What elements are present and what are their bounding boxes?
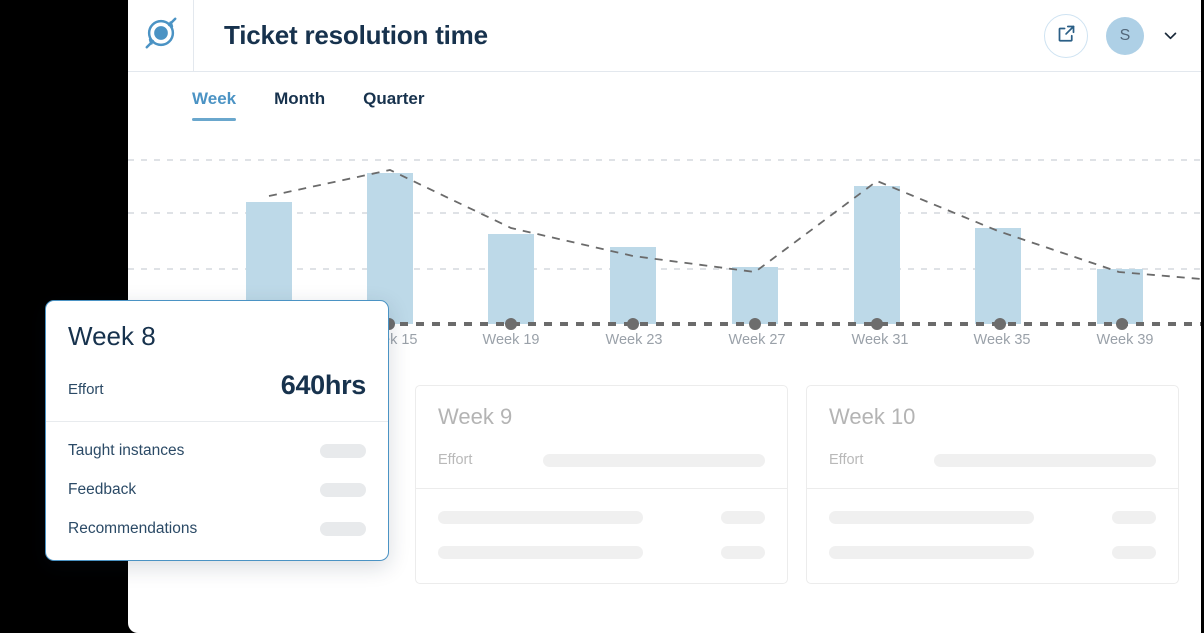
placeholder-row	[438, 511, 765, 524]
screenshot-root: Ticket resolution time S Week Month Quar…	[0, 0, 1204, 633]
app-header: Ticket resolution time S	[128, 0, 1201, 72]
x-axis-label: Week 19	[482, 332, 540, 348]
card-title: Week 10	[829, 404, 916, 429]
tooltip-item-label: Recommendations	[68, 520, 198, 537]
placeholder-bar	[438, 511, 643, 524]
tooltip-item[interactable]: Recommendations	[68, 520, 366, 538]
placeholder-bar	[721, 511, 765, 524]
logo-cell	[128, 0, 194, 71]
view-tabs: Week Month Quarter	[128, 71, 1201, 129]
week-card[interactable]: Week 10 Effort	[806, 385, 1179, 584]
tooltip-item[interactable]: Taught instances	[68, 442, 366, 460]
card-header: Week 10 Effort	[807, 386, 1178, 489]
x-axis-label: Week 31	[851, 332, 909, 348]
placeholder-bar	[721, 546, 765, 559]
chart-tooltip-popover[interactable]: Week 8 Effort 640hrs Taught instances Fe…	[45, 300, 389, 561]
placeholder-bar	[438, 546, 643, 559]
tooltip-metric-label: Effort	[68, 381, 104, 398]
placeholder-bar	[1112, 511, 1156, 524]
avatar[interactable]: S	[1106, 16, 1144, 55]
x-axis-label: Week 39	[1096, 332, 1154, 348]
data-point-dot[interactable]	[627, 318, 639, 330]
placeholder-row	[829, 546, 1156, 559]
card-header: Week 9 Effort	[416, 386, 787, 489]
card-body	[807, 489, 1178, 583]
tab-week[interactable]: Week	[192, 71, 237, 121]
placeholder-bar	[320, 483, 366, 497]
card-title: Week 9	[438, 404, 513, 429]
placeholder-row	[438, 546, 765, 559]
tooltip-header: Week 8 Effort 640hrs	[46, 301, 388, 422]
header-actions: S	[1044, 0, 1179, 71]
tooltip-metric-row: Effort 640hrs	[68, 370, 366, 401]
data-point-dot[interactable]	[1116, 318, 1128, 330]
x-axis-label: Week 35	[973, 332, 1031, 348]
tooltip-title: Week 8	[68, 321, 156, 351]
card-metric-row: Effort	[438, 452, 765, 468]
tooltip-metric-value: 640hrs	[280, 370, 367, 400]
tooltip-item[interactable]: Feedback	[68, 481, 366, 499]
external-link-button[interactable]	[1044, 13, 1088, 58]
placeholder-row	[829, 511, 1156, 524]
data-point-dot[interactable]	[749, 318, 761, 330]
x-axis-label: Week 23	[605, 332, 663, 348]
orbit-logo-icon	[142, 14, 180, 57]
page-title: Ticket resolution time	[224, 20, 488, 50]
placeholder-bar	[829, 546, 1034, 559]
week-card[interactable]: Week 9 Effort	[415, 385, 788, 584]
card-body	[416, 489, 787, 583]
card-metric-row: Effort	[829, 452, 1156, 468]
data-point-dot[interactable]	[871, 318, 883, 330]
tooltip-body: Taught instances Feedback Recommendation…	[46, 422, 388, 560]
tooltip-item-label: Feedback	[68, 481, 137, 498]
chevron-down-icon[interactable]	[1162, 27, 1179, 44]
placeholder-bar	[829, 511, 1034, 524]
external-link-icon	[1056, 23, 1077, 49]
placeholder-bar	[543, 453, 765, 467]
card-metric-label: Effort	[438, 452, 473, 468]
tooltip-item-label: Taught instances	[68, 442, 185, 459]
x-axis-label: Week 27	[728, 332, 786, 348]
placeholder-bar	[1112, 546, 1156, 559]
tab-quarter[interactable]: Quarter	[363, 71, 424, 121]
placeholder-bar	[320, 522, 366, 536]
tab-month[interactable]: Month	[274, 71, 325, 121]
data-point-dot[interactable]	[505, 318, 517, 330]
card-metric-label: Effort	[829, 452, 864, 468]
placeholder-bar	[934, 453, 1156, 467]
placeholder-bar	[320, 444, 366, 458]
data-point-dot[interactable]	[994, 318, 1006, 330]
